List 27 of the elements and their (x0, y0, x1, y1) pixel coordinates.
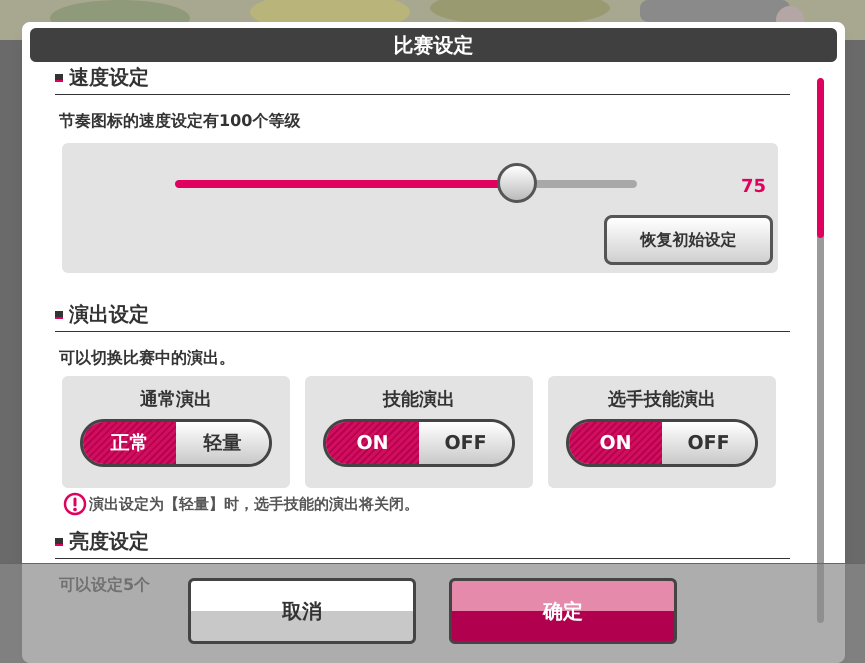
section-heading: 亮度设定 (69, 528, 149, 555)
warning-icon (63, 492, 87, 516)
toggle-option[interactable]: ON (569, 422, 662, 464)
section-description: 可以切换比赛中的演出。 (59, 347, 236, 369)
speed-value: 75 (740, 175, 766, 199)
scrollbar-thumb[interactable] (817, 78, 824, 238)
heading-marker-icon (55, 538, 63, 546)
warning-text: 演出设定为【轻量】时，选手技能的演出将关闭。 (89, 494, 419, 515)
toggle-option[interactable]: OFF (662, 422, 755, 464)
section-description: 可以设定5个 (59, 574, 152, 596)
heading-marker-icon (55, 311, 63, 319)
toggle-option[interactable]: OFF (419, 422, 512, 464)
toggle-option[interactable]: ON (326, 422, 419, 464)
setting-label: 通常演出 (140, 388, 212, 412)
toggle-option[interactable]: 正常 (83, 422, 176, 464)
heading-marker-icon (55, 74, 63, 82)
setting-label: 选手技能演出 (608, 388, 716, 412)
reset-button[interactable]: 恢复初始设定 (604, 215, 773, 265)
cancel-button[interactable]: 取消 (188, 578, 416, 644)
section-description: 节奏图标的速度设定有100个等级 (59, 110, 302, 132)
section-heading: 演出设定 (69, 301, 149, 328)
setting-label: 技能演出 (383, 388, 455, 412)
toggle-option[interactable]: 轻量 (176, 422, 269, 464)
slider-thumb[interactable] (496, 163, 537, 203)
dialog-title: 比赛设定 (394, 32, 474, 59)
confirm-button[interactable]: 确定 (449, 578, 677, 644)
section-heading: 速度设定 (69, 64, 149, 91)
